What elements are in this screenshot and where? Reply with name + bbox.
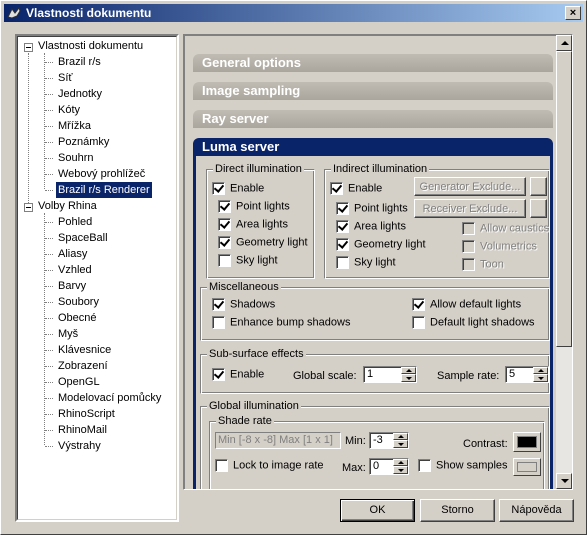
tree-item[interactable]: RhinoScript	[56, 406, 117, 422]
tree-item[interactable]: Obecné	[56, 310, 99, 326]
luma-server-body: Direct illumination Enable Point lights …	[193, 156, 553, 489]
tree-item[interactable]: Souhrn	[56, 150, 95, 166]
cancel-button[interactable]: Storno	[420, 499, 495, 522]
rollout-general-options[interactable]: General options	[193, 54, 553, 72]
tree-item[interactable]: Jednotky	[56, 86, 104, 102]
collapse-icon[interactable]	[24, 43, 33, 52]
rollout-image-sampling[interactable]: Image sampling	[193, 82, 553, 100]
tree-item-selected[interactable]: Brazil r/s Renderer	[56, 182, 152, 198]
shade-rate-range-field: Min [-8 x -8] Max [1 x 1]	[215, 432, 341, 449]
global-illumination-group: Global illumination Shade rate Min [-8 x…	[200, 399, 550, 489]
direct-enable-checkbox[interactable]: Enable	[212, 182, 264, 198]
tree-item[interactable]: Brazil r/s	[56, 54, 103, 70]
show-samples-checkbox[interactable]: Show samples	[418, 459, 508, 475]
miscellaneous-group: Miscellaneous Shadows Enhance bump shado…	[200, 280, 550, 341]
subsurface-group: Sub-surface effects Enable Global scale:…	[200, 347, 550, 394]
shadows-checkbox[interactable]: Shadows	[212, 298, 275, 314]
receiver-exclude-extra-button[interactable]	[530, 199, 547, 218]
show-samples-swatch[interactable]	[513, 458, 541, 476]
indirect-legend: Indirect illumination	[331, 162, 430, 176]
scroll-down-arrow-icon[interactable]	[556, 473, 572, 489]
scroll-up-arrow-icon[interactable]	[556, 35, 572, 51]
global-scale-spinner[interactable]: 1	[363, 366, 417, 383]
generator-exclude-extra-button[interactable]	[530, 177, 547, 196]
rollout-ray-server[interactable]: Ray server	[193, 110, 553, 128]
scroll-thumb[interactable]	[556, 51, 572, 347]
indirect-point-lights-checkbox[interactable]: Point lights	[336, 202, 408, 218]
rhino-app-icon	[7, 6, 21, 19]
renderer-settings-panel: General options Image sampling Ray serve…	[183, 34, 573, 490]
tree-item[interactable]: Kóty	[56, 102, 82, 118]
indirect-sky-light-checkbox[interactable]: Sky light	[336, 256, 396, 272]
contrast-label: Contrast:	[463, 438, 508, 450]
sample-rate-spinner[interactable]: 5	[505, 366, 549, 383]
indirect-area-lights-checkbox[interactable]: Area lights	[336, 220, 406, 236]
tree-item[interactable]: Mřížka	[56, 118, 93, 134]
direct-illumination-group: Direct illumination Enable Point lights …	[206, 162, 315, 279]
direct-legend: Direct illumination	[213, 162, 304, 176]
contrast-color-swatch[interactable]	[513, 432, 541, 452]
allow-caustics-checkbox[interactable]: Allow caustics	[462, 222, 549, 238]
tree-group-rhino[interactable]: Volby Rhina	[36, 198, 99, 214]
direct-geometry-light-checkbox[interactable]: Geometry light	[218, 236, 308, 252]
tree-item[interactable]: Pohled	[56, 214, 94, 230]
tree-item[interactable]: Klávesnice	[56, 342, 113, 358]
tree-item[interactable]: Vzhled	[56, 262, 94, 278]
min-label: Min:	[345, 435, 366, 447]
direct-area-lights-checkbox[interactable]: Area lights	[218, 218, 288, 234]
indirect-geometry-light-checkbox[interactable]: Geometry light	[336, 238, 426, 254]
ok-button[interactable]: OK	[340, 499, 415, 522]
settings-tree[interactable]: Vlastnosti dokumentu Brazil r/s Síť Jedn…	[15, 34, 179, 522]
misc-legend: Miscellaneous	[207, 280, 281, 294]
allow-default-lights-checkbox[interactable]: Allow default lights	[412, 298, 521, 314]
receiver-exclude-button[interactable]: Receiver Exclude...	[414, 199, 526, 218]
tree-item[interactable]: Výstrahy	[56, 438, 103, 454]
subsurface-enable-checkbox[interactable]: Enable	[212, 368, 264, 384]
tree-item[interactable]: SpaceBall	[56, 230, 110, 246]
indirect-enable-checkbox[interactable]: Enable	[330, 182, 382, 198]
max-label: Max:	[342, 462, 366, 474]
tree-item[interactable]: Webový prohlížeč	[56, 166, 147, 182]
direct-sky-light-checkbox[interactable]: Sky light	[218, 254, 278, 270]
tree-item[interactable]: Barvy	[56, 278, 88, 294]
collapse-icon[interactable]	[24, 203, 33, 212]
rollout-luma-server[interactable]: Luma server	[193, 138, 553, 157]
default-light-shadows-checkbox[interactable]: Default light shadows	[412, 316, 535, 332]
enhance-bump-shadows-checkbox[interactable]: Enhance bump shadows	[212, 316, 350, 332]
help-button[interactable]: Nápověda	[499, 499, 574, 522]
tree-item[interactable]: OpenGL	[56, 374, 102, 390]
toon-checkbox[interactable]: Toon	[462, 258, 504, 274]
global-scale-label: Global scale:	[293, 370, 357, 382]
panel-scrollbar[interactable]	[556, 35, 572, 489]
shade-rate-group: Shade rate Min [-8 x -8] Max [1 x 1] Min…	[209, 414, 545, 489]
sample-rate-label: Sample rate:	[437, 370, 500, 382]
tree-item[interactable]: Aliasy	[56, 246, 89, 262]
close-button[interactable]: ×	[565, 6, 581, 20]
indirect-illumination-group: Indirect illumination Enable Point light…	[324, 162, 550, 279]
window-title: Vlastnosti dokumentu	[26, 6, 152, 20]
tree-item[interactable]: Síť	[56, 70, 75, 86]
title-bar: Vlastnosti dokumentu ×	[4, 4, 583, 22]
tree-item[interactable]: RhinoMail	[56, 422, 109, 438]
gi-legend: Global illumination	[207, 399, 301, 413]
lock-to-image-rate-checkbox[interactable]: Lock to image rate	[215, 459, 324, 475]
tree-item[interactable]: Zobrazení	[56, 358, 110, 374]
tree-group-document[interactable]: Vlastnosti dokumentu	[36, 38, 145, 54]
tree-item[interactable]: Myš	[56, 326, 80, 342]
max-spinner[interactable]: 0	[369, 458, 409, 475]
tree-item[interactable]: Poznámky	[56, 134, 111, 150]
generator-exclude-button[interactable]: Generator Exclude...	[414, 177, 526, 196]
volumetrics-checkbox[interactable]: Volumetrics	[462, 240, 537, 256]
subsurface-legend: Sub-surface effects	[207, 347, 306, 361]
min-spinner[interactable]: -3	[369, 432, 409, 449]
document-properties-window: Vlastnosti dokumentu × Vlastnosti dokume…	[0, 0, 587, 535]
direct-point-lights-checkbox[interactable]: Point lights	[218, 200, 290, 216]
shade-rate-legend: Shade rate	[216, 414, 274, 428]
tree-item[interactable]: Soubory	[56, 294, 101, 310]
tree-item[interactable]: Modelovací pomůcky	[56, 390, 163, 406]
